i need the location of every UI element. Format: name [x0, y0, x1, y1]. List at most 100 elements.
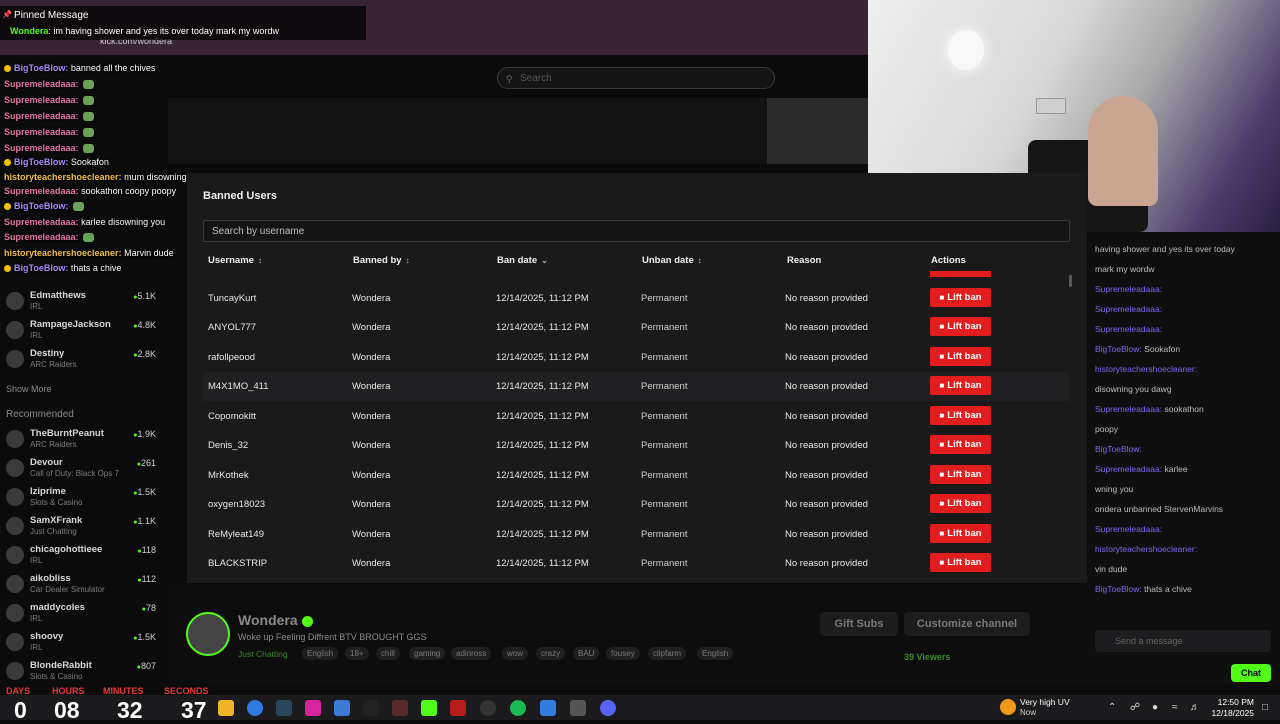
chat-username[interactable]: historyteachershoecleaner:	[1095, 544, 1197, 554]
chat-send-button[interactable]: Chat	[1231, 664, 1271, 682]
column-header-ban-date[interactable]: Ban date ⌄	[497, 255, 548, 266]
stream-tag[interactable]: clipfarm	[648, 647, 687, 660]
table-scrollbar[interactable]	[1069, 275, 1072, 287]
sidebar-item-recommended[interactable]: DevourCall of Duty: Black Ops 7 261	[6, 457, 156, 481]
app-icon-2[interactable]	[540, 700, 556, 716]
column-header-username[interactable]: Username ↕	[208, 255, 262, 266]
chat-username[interactable]: historyteachershoecleaner:	[4, 248, 122, 258]
chat-username[interactable]: BigToeBlow:	[14, 263, 68, 273]
lift-ban-button[interactable]: ■ Lift ban	[930, 494, 991, 513]
instagram-icon[interactable]	[305, 700, 321, 716]
lift-ban-button[interactable]: ■ Lift ban	[930, 553, 991, 572]
chrome-icon[interactable]	[247, 700, 263, 716]
gear-icon[interactable]	[570, 700, 586, 716]
stream-tag[interactable]: adinross	[451, 647, 492, 660]
sidebar-item-following[interactable]: DestinyARC Raiders 2.8K	[6, 348, 156, 372]
chat-username[interactable]: Supremeleadaaa:	[1095, 304, 1162, 314]
sidebar-item-following[interactable]: EdmatthewsIRL 5.1K	[6, 290, 156, 314]
stream-tag[interactable]: English	[302, 647, 339, 660]
chat-username[interactable]: BigToeBlow:	[14, 63, 68, 73]
chat-username[interactable]: Supremeleadaaa:	[4, 232, 79, 242]
spotify-icon[interactable]	[510, 700, 526, 716]
terminal-icon[interactable]	[363, 700, 379, 716]
sidebar-item-recommended[interactable]: aikoblissCar Dealer Simulator 112	[6, 573, 156, 597]
lift-ban-button[interactable]: ■ Lift ban	[930, 288, 991, 307]
chat-username[interactable]: Supremeleadaaa:	[1095, 324, 1162, 334]
chat-username[interactable]: historyteachershoecleaner:	[4, 172, 122, 182]
channel-name[interactable]: Wondera	[238, 612, 313, 628]
stream-tag[interactable]: chill	[376, 647, 400, 660]
stream-tag[interactable]: wow	[502, 647, 529, 660]
stream-tag[interactable]: BAU	[573, 647, 600, 660]
kick-icon[interactable]	[421, 700, 437, 716]
customize-channel-button[interactable]: Customize channel	[904, 612, 1030, 636]
stream-tag[interactable]: 18+	[345, 647, 369, 660]
chat-username[interactable]: Supremeleadaaa:	[4, 95, 79, 105]
steam-icon[interactable]	[276, 700, 292, 716]
stream-tag[interactable]: crazy	[536, 647, 566, 660]
column-header-banned-by[interactable]: Banned by ↕	[353, 255, 410, 266]
notification-icon[interactable]: □	[1262, 702, 1268, 713]
chat-username[interactable]: BigToeBlow:	[1095, 344, 1142, 354]
chat-username[interactable]: Supremeleadaaa:	[1095, 404, 1162, 414]
chat-username[interactable]: Supremeleadaaa:	[4, 79, 79, 89]
sidebar-item-recommended[interactable]: BlondeRabbitSlots & Casino 807	[6, 660, 156, 684]
system-clock[interactable]: 12:50 PM 12/18/2025	[1208, 697, 1254, 719]
kick-search-input[interactable]: ⚲ Search	[497, 67, 775, 89]
lift-ban-button[interactable]: ■ Lift ban	[930, 435, 991, 454]
lift-ban-button[interactable]: ■ Lift ban	[930, 376, 991, 395]
chat-username[interactable]: BigToeBlow:	[14, 201, 68, 211]
column-header-unban-date[interactable]: Unban date ↕	[642, 255, 702, 266]
discord-icon[interactable]	[600, 700, 616, 716]
chat-username[interactable]: Supremeleadaaa:	[4, 111, 79, 121]
trash-icon: ■	[939, 558, 945, 567]
sidebar-item-recommended[interactable]: shoovyIRL 1.5K	[6, 631, 156, 655]
lift-ban-button[interactable]: ■ Lift ban	[930, 465, 991, 484]
network-icon[interactable]: ☍	[1130, 702, 1140, 713]
volume-icon[interactable]: ♬	[1190, 702, 1200, 713]
show-more-link[interactable]: Show More	[6, 384, 52, 394]
chat-username[interactable]: Supremeleadaaa:	[1095, 524, 1162, 534]
badge-icon	[4, 65, 11, 73]
chevron-up-icon[interactable]: ⌃	[1108, 702, 1116, 713]
sidebar-item-recommended[interactable]: chicagohottieeeIRL 118	[6, 544, 156, 568]
trash-icon: ■	[939, 529, 945, 538]
chat-username[interactable]: Supremeleadaaa:	[4, 143, 79, 153]
sidebar-item-following[interactable]: RampageJacksonIRL 4.8K	[6, 319, 156, 343]
send-message-input[interactable]: Send a message	[1095, 630, 1271, 652]
wifi-icon[interactable]: ≈	[1172, 702, 1178, 713]
row-unban-date: Permanent	[641, 411, 688, 422]
sidebar-item-recommended[interactable]: SamXFrankJust Chatting 1.1K	[6, 515, 156, 539]
file-explorer-icon[interactable]	[218, 700, 234, 716]
chat-username[interactable]: BigToeBlow:	[1095, 584, 1142, 594]
stream-category[interactable]: Just Chatting	[238, 649, 288, 659]
chat-username[interactable]: BigToeBlow:	[14, 157, 68, 167]
sidebar-item-recommended[interactable]: lziprimeSlots & Casino 1.5K	[6, 486, 156, 510]
microphone-icon[interactable]: ●	[1152, 702, 1158, 713]
lift-ban-button[interactable]: ■ Lift ban	[930, 406, 991, 425]
channel-avatar[interactable]	[186, 612, 230, 656]
chat-username[interactable]: Supremeleadaaa:	[4, 186, 79, 196]
chat-username[interactable]: Supremeleadaaa:	[4, 127, 79, 137]
obs-icon[interactable]	[392, 700, 408, 716]
lift-ban-button[interactable]: ■ Lift ban	[930, 347, 991, 366]
chat-username[interactable]: historyteachershoecleaner:	[1095, 364, 1197, 374]
chat-username[interactable]: BigToeBlow:	[1095, 444, 1142, 454]
chat-username[interactable]: Supremeleadaaa:	[4, 217, 79, 227]
chat-username[interactable]: Supremeleadaaa:	[1095, 464, 1162, 474]
stream-tag[interactable]: fousey	[606, 647, 640, 660]
stream-tag[interactable]: English	[697, 647, 734, 660]
voicemeeter-icon[interactable]	[450, 700, 466, 716]
lift-ban-button[interactable]: ■ Lift ban	[930, 524, 991, 543]
sidebar-item-recommended[interactable]: maddycolesIRL 78	[6, 602, 156, 626]
lift-ban-button[interactable]: ■ Lift ban	[930, 317, 991, 336]
lift-ban-label: Lift ban	[947, 380, 982, 391]
username-search-input[interactable]	[203, 220, 1070, 242]
stream-tag[interactable]: gaming	[409, 647, 446, 660]
row-banned-by: Wondera	[352, 352, 391, 363]
settings-app-icon[interactable]	[480, 700, 496, 716]
sidebar-item-recommended[interactable]: TheBurntPeanutARC Raiders 1.9K	[6, 428, 156, 452]
gift-subs-button[interactable]: Gift Subs	[820, 612, 898, 636]
chat-username[interactable]: Supremeleadaaa:	[1095, 284, 1162, 294]
app-icon[interactable]	[334, 700, 350, 716]
